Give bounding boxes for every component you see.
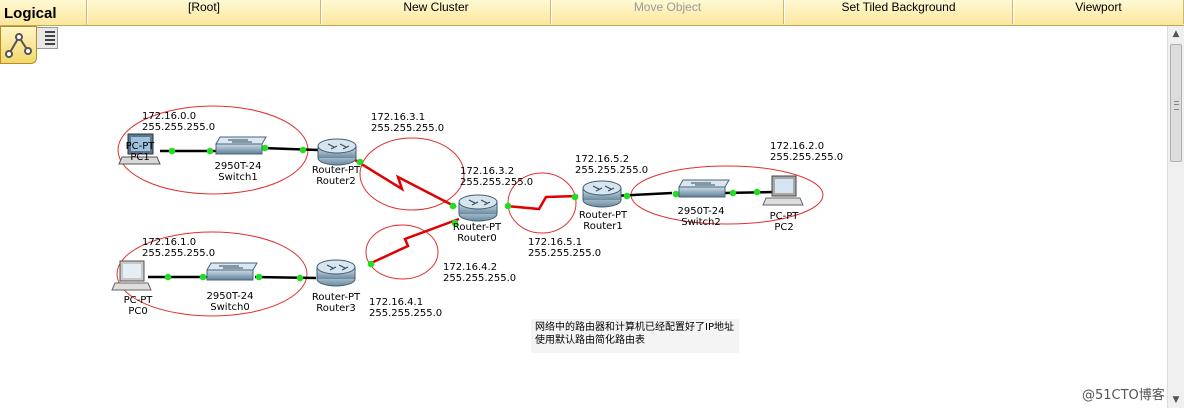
router3-name: Router3 [316, 303, 356, 314]
switch1-type: 2950T-24 [214, 161, 262, 172]
router3-label: Router-PT Router3 [305, 292, 367, 314]
router1-name: Router1 [583, 221, 623, 232]
router3-icon [316, 259, 356, 287]
scroll-thumb[interactable] [1170, 44, 1182, 162]
note-net-pc0[interactable]: 172.16.1.0 255.255.255.0 [142, 237, 215, 259]
note-mask: 255.255.255.0 [575, 165, 649, 176]
note-r3-serial[interactable]: 172.16.4.1 255.255.255.0 [369, 297, 442, 319]
router0-icon [458, 194, 498, 222]
note-net-pc2[interactable]: 172.16.2.0 255.255.255.0 [770, 141, 843, 163]
router3-type: Router-PT [311, 292, 361, 303]
vertical-scrollbar[interactable]: ▲ ▼ [1167, 26, 1184, 408]
pc0-icon [111, 260, 152, 291]
viewport-button[interactable]: Viewport [1013, 0, 1184, 24]
logical-title[interactable]: Logical [0, 0, 87, 26]
pc1-label: PC-PT PC1 [120, 141, 160, 163]
router1-icon [582, 180, 622, 208]
note-mask: 255.255.255.0 [142, 122, 216, 133]
note-mask: 255.255.255.0 [528, 248, 602, 259]
pc2-type: PC-PT [769, 211, 799, 222]
note-ip: 172.16.3.2 [460, 166, 515, 177]
router2-type: Router-PT [311, 165, 361, 176]
note-line-1: 网络中的路由器和计算机已经配置好了IP地址 [535, 322, 734, 333]
switch2-name: Switch2 [681, 217, 721, 228]
switch0-label: 2950T-24 Switch0 [195, 291, 265, 313]
router2-name: Router2 [316, 176, 356, 187]
note-r1-serial[interactable]: 172.16.5.2 255.255.255.0 [575, 154, 648, 176]
switch2-type: 2950T-24 [677, 206, 725, 217]
new-cluster-button[interactable]: New Cluster [321, 0, 551, 24]
note-ip: 172.16.4.1 [369, 297, 424, 308]
move-object-button[interactable]: Move Object [551, 0, 784, 24]
pc1-type: PC-PT [125, 141, 155, 152]
note-ip: 172.16.2.0 [770, 141, 825, 152]
topology-canvas[interactable]: PC-PT PC1 2950T-24 Switch1 Router-PT Rou… [0, 26, 1167, 408]
router1-type: Router-PT [578, 210, 628, 221]
switch1-name: Switch1 [218, 172, 258, 183]
note-net-pc1[interactable]: 172.16.0.0 255.255.255.0 [142, 111, 215, 133]
note-mask: 255.255.255.0 [460, 177, 534, 188]
switch0-name: Switch0 [210, 302, 250, 313]
router0-type: Router-PT [452, 222, 502, 233]
note-r0-serial-a[interactable]: 172.16.3.2 255.255.255.0 [460, 166, 533, 188]
router1-label: Router-PT Router1 [572, 210, 634, 232]
switch1-label: 2950T-24 Switch1 [203, 161, 273, 183]
note-mask: 255.255.255.0 [369, 308, 443, 319]
scroll-down-arrow-icon[interactable]: ▼ [1168, 392, 1184, 408]
router0-label: Router-PT Router0 [446, 222, 508, 244]
pc0-type: PC-PT [123, 295, 153, 306]
pc2-name: PC2 [774, 222, 794, 233]
switch1-icon [215, 136, 267, 155]
note-mask: 255.255.255.0 [142, 248, 216, 259]
pc2-icon [762, 175, 804, 206]
top-toolbar: Logical [Root] New Cluster Move Object S… [0, 0, 1184, 26]
note-line-2: 使用默认路由简化路由表 [535, 335, 645, 346]
note-ip: 172.16.1.0 [142, 237, 197, 248]
note-ip: 172.16.4.2 [443, 262, 498, 273]
serial-r0-r3-ellipse [365, 224, 439, 280]
router0-name: Router0 [457, 233, 497, 244]
pc0-name: PC0 [128, 306, 148, 317]
switch2-icon [678, 179, 730, 198]
pc1-name: PC1 [130, 152, 150, 163]
note-ip: 172.16.5.1 [528, 237, 583, 248]
switch0-icon [206, 262, 258, 281]
note-mask: 255.255.255.0 [770, 152, 844, 163]
note-r0-serial-b[interactable]: 172.16.5.1 255.255.255.0 [528, 237, 601, 259]
note-r0-serial-c[interactable]: 172.16.4.2 255.255.255.0 [443, 262, 516, 284]
note-ip: 172.16.0.0 [142, 111, 197, 122]
note-mask: 255.255.255.0 [371, 123, 445, 134]
note-ip: 172.16.3.1 [371, 112, 426, 123]
switch0-type: 2950T-24 [206, 291, 254, 302]
note-ip: 172.16.5.2 [575, 154, 630, 165]
note-r2-serial[interactable]: 172.16.3.1 255.255.255.0 [371, 112, 444, 134]
set-tiled-background-button[interactable]: Set Tiled Background [784, 0, 1013, 24]
root-button[interactable]: [Root] [87, 0, 321, 24]
switch2-label: 2950T-24 Switch2 [666, 206, 736, 228]
pc2-label: PC-PT PC2 [764, 211, 804, 233]
router2-label: Router-PT Router2 [305, 165, 367, 187]
scroll-up-arrow-icon[interactable]: ▲ [1168, 26, 1184, 42]
note-mask: 255.255.255.0 [443, 273, 517, 284]
description-note[interactable]: 网络中的路由器和计算机已经配置好了IP地址 使用默认路由简化路由表 [531, 319, 739, 353]
watermark: @51CTO博客 [1082, 388, 1165, 403]
pc0-label: PC-PT PC0 [118, 295, 158, 317]
router2-icon [317, 138, 357, 166]
